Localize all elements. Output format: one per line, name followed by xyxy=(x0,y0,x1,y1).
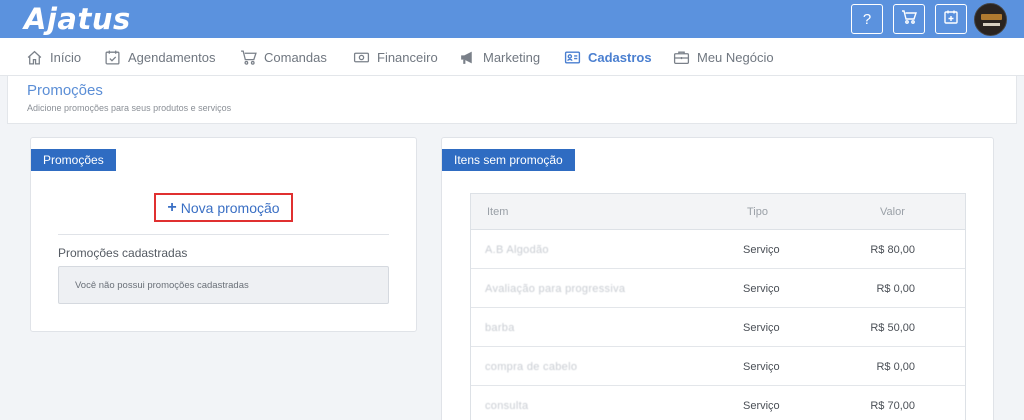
table-row[interactable]: barba Serviço R$ 50,00 xyxy=(471,308,965,347)
app-logo[interactable]: Ajatus xyxy=(24,2,131,36)
row-item: A.B Algodão xyxy=(485,243,549,256)
row-item: Avaliação para progressiva xyxy=(485,282,626,295)
row-valor: R$ 50,00 xyxy=(870,321,915,334)
page-subtitle: Adicione promoções para seus produtos e … xyxy=(27,103,232,113)
table-row[interactable]: compra de cabelo Serviço R$ 0,00 xyxy=(471,347,965,386)
row-tipo: Serviço xyxy=(743,321,780,334)
page-header: Promoções Adicione promoções para seus p… xyxy=(7,76,1017,124)
nav-item-inicio[interactable]: Início xyxy=(26,38,81,76)
calendar-add-button[interactable] xyxy=(935,4,967,34)
help-icon: ? xyxy=(862,10,872,28)
row-valor: R$ 80,00 xyxy=(870,243,915,256)
promocoes-card-tab: Promoções xyxy=(31,149,116,171)
empty-promocoes-message: Você não possui promoções cadastradas xyxy=(58,266,389,304)
table-row[interactable]: Avaliação para progressiva Serviço R$ 0,… xyxy=(471,269,965,308)
row-item: consulta xyxy=(485,399,529,412)
user-avatar[interactable] xyxy=(974,3,1007,36)
calendar-check-icon xyxy=(104,49,121,66)
row-valor: R$ 0,00 xyxy=(876,282,915,295)
calendar-plus-icon xyxy=(943,9,959,29)
row-tipo: Serviço xyxy=(743,243,780,256)
row-tipo: Serviço xyxy=(743,360,780,373)
main-nav: Início Agendamentos Comandas Financeiro … xyxy=(0,38,1024,76)
money-icon xyxy=(353,49,370,66)
table-row[interactable]: consulta Serviço R$ 70,00 xyxy=(471,386,965,420)
cart-icon xyxy=(901,9,917,29)
nav-item-marketing[interactable]: Marketing xyxy=(459,38,540,76)
nova-promocao-label: Nova promoção xyxy=(180,199,280,216)
row-tipo: Serviço xyxy=(743,282,780,295)
nav-item-agendamentos[interactable]: Agendamentos xyxy=(104,38,215,76)
itens-table: Item Tipo Valor A.B Algodão Serviço R$ 8… xyxy=(470,193,966,420)
help-button[interactable]: ? xyxy=(851,4,883,34)
cart-button[interactable] xyxy=(893,4,925,34)
nav-item-financeiro[interactable]: Financeiro xyxy=(353,38,438,76)
top-bar: Ajatus ? xyxy=(0,0,1024,38)
home-icon xyxy=(26,49,43,66)
row-tipo: Serviço xyxy=(743,399,780,412)
column-header-tipo: Tipo xyxy=(747,206,768,218)
table-row[interactable]: A.B Algodão Serviço R$ 80,00 xyxy=(471,230,965,269)
cart-icon xyxy=(240,49,257,66)
megaphone-icon xyxy=(459,49,476,66)
column-header-valor: Valor xyxy=(880,206,905,218)
plus-icon: + xyxy=(167,198,177,216)
nav-item-meu-negocio[interactable]: Meu Negócio xyxy=(673,38,774,76)
page-title: Promoções xyxy=(27,82,103,99)
id-card-icon xyxy=(564,49,581,66)
row-item: barba xyxy=(485,321,515,334)
row-valor: R$ 0,00 xyxy=(876,360,915,373)
column-header-item: Item xyxy=(487,206,509,218)
nova-promocao-button[interactable]: + Nova promoção xyxy=(154,193,293,222)
divider xyxy=(58,234,389,235)
promocoes-cadastradas-label: Promoções cadastradas xyxy=(58,246,188,260)
row-item: compra de cabelo xyxy=(485,360,578,373)
row-valor: R$ 70,00 xyxy=(870,399,915,412)
table-header: Item Tipo Valor xyxy=(471,194,965,230)
nav-item-comandas[interactable]: Comandas xyxy=(240,38,327,76)
nav-item-cadastros[interactable]: Cadastros xyxy=(564,38,652,76)
itens-card-tab: Itens sem promoção xyxy=(442,149,575,171)
briefcase-icon xyxy=(673,49,690,66)
